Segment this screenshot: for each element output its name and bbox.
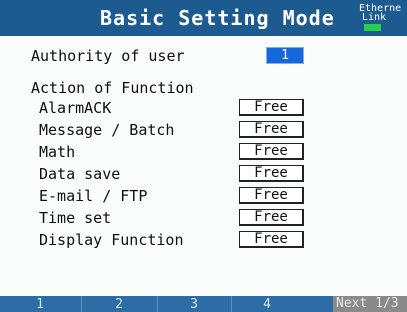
authority-value-field[interactable]: 1 [266, 47, 304, 64]
softkey-1[interactable]: 1 [0, 297, 80, 312]
header-bar: Basic Setting Mode Etherne Link [0, 0, 407, 36]
email-ftp-label: E-mail / FTP [39, 187, 148, 205]
softkey-3[interactable]: 3 [158, 297, 230, 312]
link-label: Link [362, 12, 387, 23]
softkey-2[interactable]: 2 [82, 297, 156, 312]
display-function-label: Display Function [39, 231, 184, 249]
ethernet-link-indicator: Etherne Link [357, 4, 403, 32]
display-function-value-field[interactable]: Free [239, 231, 304, 248]
data-save-label: Data save [39, 165, 121, 183]
data-save-value-field[interactable]: Free [239, 165, 304, 182]
link-led-icon [364, 24, 381, 31]
math-label: Math [39, 143, 76, 161]
page-title: Basic Setting Mode [100, 6, 335, 30]
alarmack-label: AlarmACK [39, 99, 112, 117]
time-set-value-field[interactable]: Free [239, 209, 304, 226]
authority-label: Authority of user [31, 47, 185, 65]
alarmack-value-field[interactable]: Free [239, 99, 304, 116]
email-ftp-value-field[interactable]: Free [239, 187, 304, 204]
message-batch-label: Message / Batch [39, 121, 175, 139]
action-heading: Action of Function [31, 79, 194, 97]
screen: Basic Setting Mode Etherne Link Authorit… [0, 0, 407, 312]
next-page-button[interactable]: Next 1/3 [333, 296, 407, 312]
message-batch-value-field[interactable]: Free [239, 121, 304, 138]
math-value-field[interactable]: Free [239, 143, 304, 160]
softkey-4[interactable]: 4 [232, 297, 302, 312]
time-set-label: Time set [39, 209, 112, 227]
